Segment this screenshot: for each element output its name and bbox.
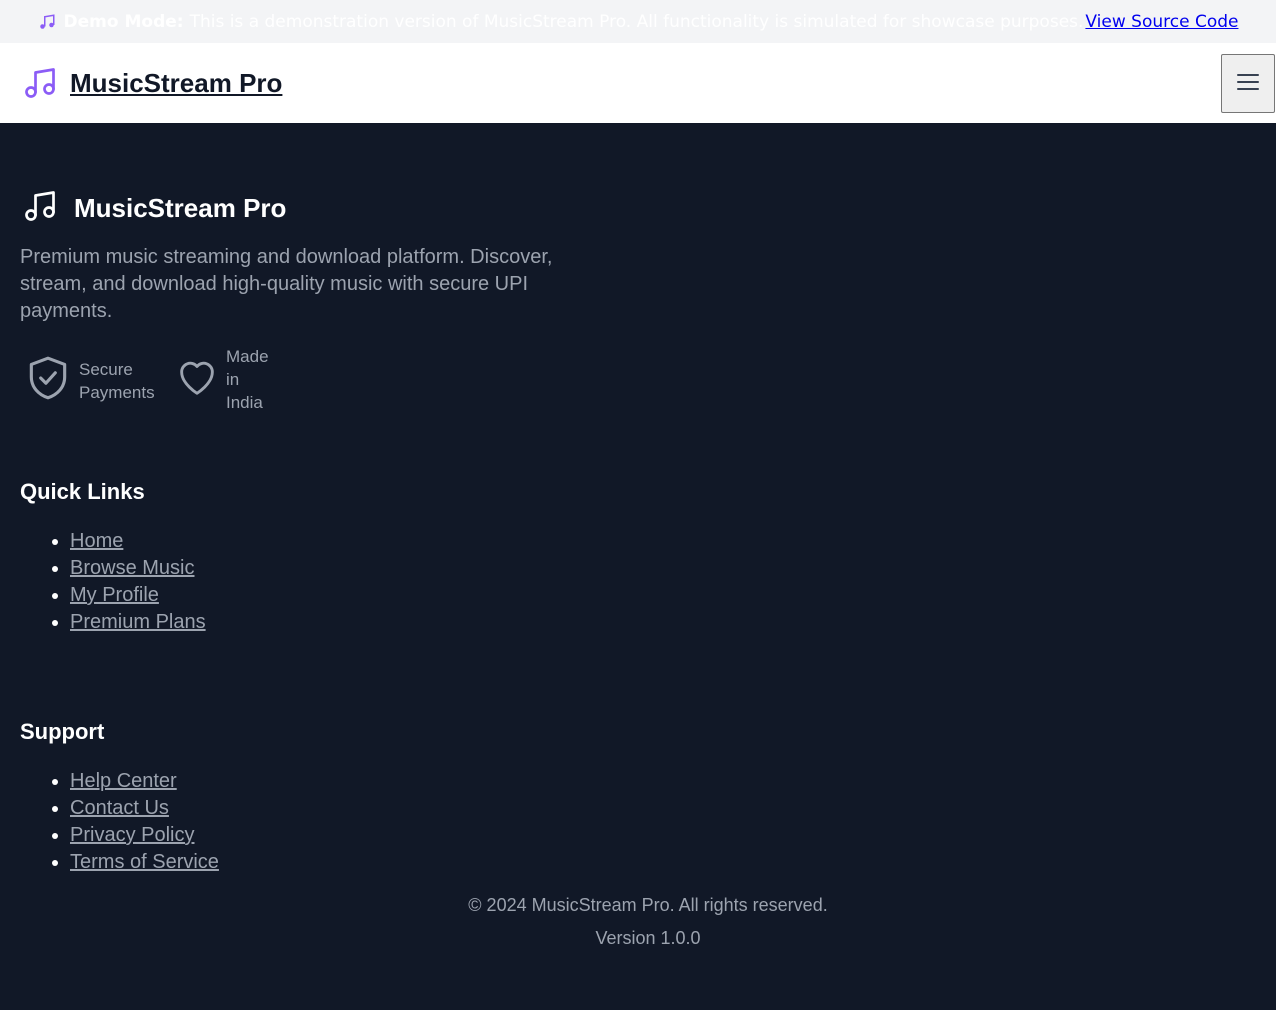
list-item: My Profile bbox=[70, 582, 206, 609]
list-item: Terms of Service bbox=[70, 849, 219, 876]
demo-banner: Demo Mode: This is a demonstration versi… bbox=[0, 0, 1276, 43]
secure-payments-badge: Secure Payments bbox=[23, 352, 159, 410]
heart-icon bbox=[174, 354, 220, 406]
footer-link-premium-plans[interactable]: Premium Plans bbox=[70, 611, 206, 633]
music-note-icon bbox=[38, 13, 56, 31]
footer-description: Premium music streaming and download pla… bbox=[20, 246, 553, 322]
support-title: Support bbox=[20, 719, 105, 744]
copyright-text: © 2024 MusicStream Pro. All rights reser… bbox=[468, 895, 828, 915]
footer-brand: MusicStream Pro bbox=[22, 186, 286, 230]
quick-links-list: Home Browse Music My Profile Premium Pla… bbox=[70, 528, 206, 636]
footer-link-my-profile[interactable]: My Profile bbox=[70, 584, 159, 606]
menu-button[interactable] bbox=[1221, 54, 1275, 113]
list-item: Contact Us bbox=[70, 795, 219, 822]
quick-links-title: Quick Links bbox=[20, 479, 145, 504]
list-item: Help Center bbox=[70, 768, 219, 795]
version-text: Version 1.0.0 bbox=[595, 928, 701, 948]
made-in-india-badge: Made in India bbox=[174, 345, 274, 414]
footer-link-help-center[interactable]: Help Center bbox=[70, 770, 177, 792]
footer-link-home[interactable]: Home bbox=[70, 530, 123, 552]
footer-link-terms-of-service[interactable]: Terms of Service bbox=[70, 851, 219, 873]
footer-link-privacy-policy[interactable]: Privacy Policy bbox=[70, 824, 194, 846]
music-note-icon bbox=[22, 186, 58, 230]
list-item: Browse Music bbox=[70, 555, 206, 582]
brand-link[interactable]: MusicStream Pro bbox=[70, 68, 282, 99]
badge-label: Secure Payments bbox=[79, 360, 155, 402]
music-note-icon bbox=[22, 63, 58, 103]
footer-link-browse-music[interactable]: Browse Music bbox=[70, 557, 194, 579]
footer-brand-title: MusicStream Pro bbox=[74, 192, 287, 223]
support-links-list: Help Center Contact Us Privacy Policy Te… bbox=[70, 768, 219, 876]
hamburger-menu-icon bbox=[1236, 72, 1260, 95]
list-item: Privacy Policy bbox=[70, 822, 219, 849]
footer-link-contact-us[interactable]: Contact Us bbox=[70, 797, 169, 819]
list-item: Premium Plans bbox=[70, 609, 206, 636]
demo-mode-label: Demo Mode: bbox=[63, 11, 184, 32]
view-source-link[interactable]: View Source Code bbox=[1085, 12, 1238, 32]
shield-check-icon bbox=[23, 352, 73, 410]
badge-label: Made in India bbox=[226, 347, 269, 412]
list-item: Home bbox=[70, 528, 206, 555]
demo-mode-text: This is a demonstration version of Music… bbox=[189, 11, 1084, 32]
site-header: MusicStream Pro bbox=[0, 43, 1276, 123]
